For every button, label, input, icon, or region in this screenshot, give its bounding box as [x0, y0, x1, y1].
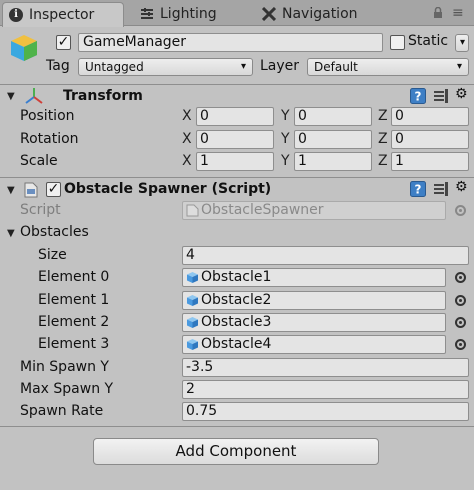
name-field[interactable]: GameManager	[78, 33, 383, 52]
tab-bar: i Inspector Lighting Navigation ≡	[0, 0, 474, 27]
active-checkbox[interactable]	[56, 35, 71, 50]
tab-menu-icon[interactable]: ≡	[452, 5, 464, 21]
tag-value: Untagged	[85, 60, 144, 74]
scale-y-field[interactable]: 1	[294, 152, 372, 171]
prefab-cube-icon	[187, 272, 198, 283]
svg-text:?: ?	[415, 183, 422, 197]
axis-z-label: Z	[378, 153, 388, 169]
object-picker-icon[interactable]	[455, 339, 466, 350]
tab-lighting-label: Lighting	[160, 6, 217, 22]
axis-z-label: Z	[378, 131, 388, 147]
scale-z-field[interactable]: 1	[391, 152, 469, 171]
lighting-icon	[141, 8, 153, 19]
help-icon[interactable]: ?	[410, 88, 426, 104]
axis-x-label: X	[182, 131, 192, 147]
script-value: ObstacleSpawner	[201, 202, 324, 218]
script-foldout-icon[interactable]: ▼	[7, 185, 15, 196]
element-3-label: Element 3	[38, 336, 110, 352]
size-label: Size	[38, 247, 67, 263]
script-title: Obstacle Spawner (Script)	[64, 181, 272, 197]
settings-gear-icon[interactable]: ⚙	[455, 86, 468, 102]
divider	[0, 426, 474, 427]
position-z-field[interactable]: 0	[391, 107, 469, 126]
rotation-x-field[interactable]: 0	[196, 130, 274, 149]
element-0-label: Element 0	[38, 269, 110, 285]
script-asset-icon	[186, 204, 199, 217]
script-label: Script	[20, 202, 61, 218]
preset-icon[interactable]	[433, 181, 449, 197]
transform-foldout-icon[interactable]: ▼	[7, 91, 15, 102]
min-spawn-label: Min Spawn Y	[20, 359, 109, 375]
info-icon: i	[9, 8, 23, 22]
scale-label: Scale	[20, 153, 58, 169]
tab-inspector-label: Inspector	[29, 7, 95, 23]
element-1-label: Element 1	[38, 292, 110, 308]
tab-lighting[interactable]: Lighting	[134, 2, 254, 26]
help-icon[interactable]: ?	[410, 181, 426, 197]
object-picker-icon[interactable]	[455, 317, 466, 328]
object-picker-icon[interactable]	[455, 272, 466, 283]
axis-y-label: Y	[281, 131, 290, 147]
preset-icon[interactable]	[433, 88, 449, 104]
size-field[interactable]: 4	[182, 246, 469, 265]
element-1-value: Obstacle2	[201, 292, 272, 308]
axis-z-label: Z	[378, 108, 388, 124]
divider	[0, 84, 474, 85]
svg-text:?: ?	[415, 90, 422, 104]
axis-x-label: X	[182, 108, 192, 124]
scale-x-field[interactable]: 1	[196, 152, 274, 171]
element-1-field[interactable]: Obstacle2	[182, 291, 446, 310]
axis-y-label: Y	[281, 153, 290, 169]
rotation-z-field[interactable]: 0	[391, 130, 469, 149]
gameobject-icon	[11, 35, 37, 61]
position-y-field[interactable]: 0	[294, 107, 372, 126]
element-3-value: Obstacle4	[201, 336, 272, 352]
element-3-field[interactable]: Obstacle4	[182, 335, 446, 354]
rotation-y-field[interactable]: 0	[294, 130, 372, 149]
script-enabled-checkbox[interactable]	[46, 182, 61, 197]
rotation-label: Rotation	[20, 131, 79, 147]
prefab-cube-icon	[187, 339, 198, 350]
prefab-cube-icon	[187, 295, 198, 306]
layer-value: Default	[314, 60, 358, 74]
settings-gear-icon[interactable]: ⚙	[455, 179, 468, 195]
script-file-icon	[24, 182, 38, 198]
lock-icon[interactable]	[432, 7, 444, 19]
script-field: ObstacleSpawner	[182, 201, 446, 220]
prefab-cube-icon	[187, 317, 198, 328]
tab-navigation[interactable]: Navigation	[256, 2, 386, 26]
transform-title: Transform	[63, 88, 143, 104]
position-x-field[interactable]: 0	[196, 107, 274, 126]
axis-x-label: X	[182, 153, 192, 169]
tab-inspector[interactable]: i Inspector	[2, 2, 124, 27]
object-picker-icon	[455, 205, 466, 216]
element-2-value: Obstacle3	[201, 314, 272, 330]
object-picker-icon[interactable]	[455, 295, 466, 306]
tag-label: Tag	[46, 58, 70, 74]
tab-navigation-label: Navigation	[282, 6, 358, 22]
tag-dropdown[interactable]: Untagged ▾	[78, 58, 253, 76]
element-0-field[interactable]: Obstacle1	[182, 268, 446, 287]
add-component-button[interactable]: Add Component	[93, 438, 379, 465]
min-spawn-field[interactable]: -3.5	[182, 358, 469, 377]
layer-label: Layer	[260, 58, 300, 74]
spawn-rate-field[interactable]: 0.75	[182, 402, 469, 421]
max-spawn-field[interactable]: 2	[182, 380, 469, 399]
position-label: Position	[20, 108, 75, 124]
navigation-icon	[262, 7, 276, 21]
axis-y-label: Y	[281, 108, 290, 124]
divider	[0, 177, 474, 178]
element-2-field[interactable]: Obstacle3	[182, 313, 446, 332]
transform-icon	[25, 88, 43, 104]
spawn-rate-label: Spawn Rate	[20, 403, 104, 419]
obstacles-foldout-icon[interactable]: ▼	[7, 228, 15, 239]
layer-dropdown[interactable]: Default ▾	[307, 58, 469, 76]
static-checkbox[interactable]	[390, 35, 405, 50]
obstacles-label[interactable]: Obstacles	[20, 224, 89, 240]
element-0-value: Obstacle1	[201, 269, 272, 285]
max-spawn-label: Max Spawn Y	[20, 381, 114, 397]
static-label: Static	[408, 33, 449, 49]
element-2-label: Element 2	[38, 314, 110, 330]
static-dropdown[interactable]: ▾	[455, 34, 469, 52]
